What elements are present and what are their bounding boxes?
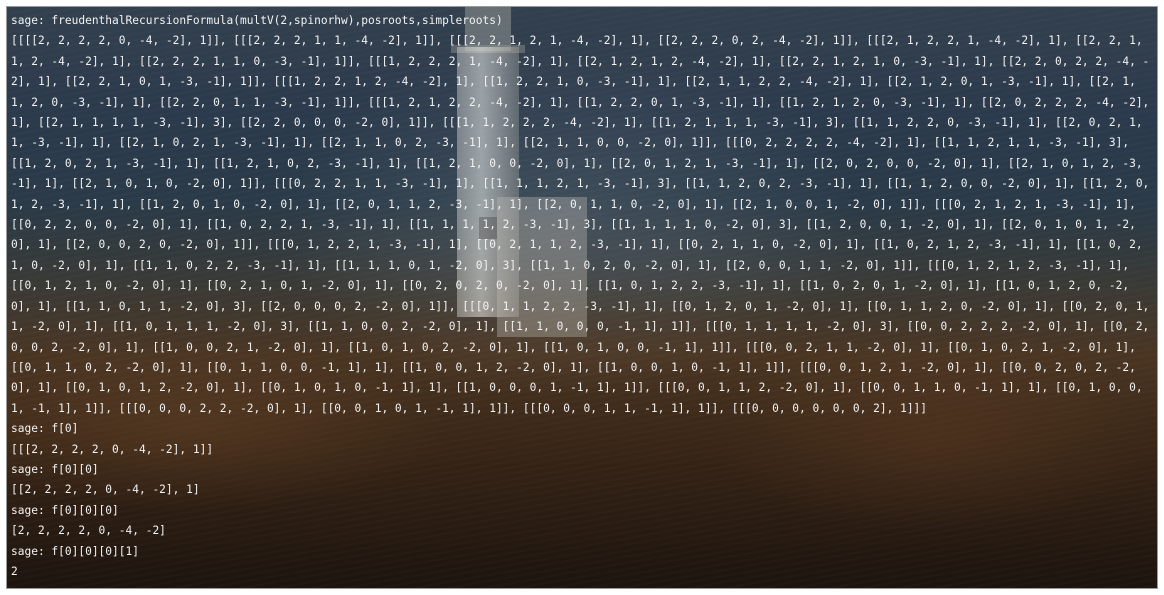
- terminal-output-line: [2, 2, 2, 2, 0, -4, -2]: [11, 524, 166, 538]
- terminal-command-line: sage: f[0][0][0]: [11, 503, 119, 517]
- terminal-output-line: [[[[2, 2, 2, 2, 0, -4, -2], 1]], [[[2, 2…: [11, 34, 1157, 415]
- terminal-command-line: sage: f[0][0]: [11, 462, 99, 476]
- terminal-command-line: sage: f[0]: [11, 422, 79, 436]
- terminal-command-line: sage: f[0][0][0][1]: [11, 544, 139, 558]
- terminal-output-line: 2: [11, 564, 18, 578]
- terminal-command-line: sage: freudenthalRecursionFormula(multV(…: [11, 14, 503, 27]
- terminal-content: sage: freudenthalRecursionFormula(multV(…: [7, 7, 1157, 582]
- window-frame: sage: freudenthalRecursionFormula(multV(…: [0, 0, 1164, 595]
- terminal-window[interactable]: sage: freudenthalRecursionFormula(multV(…: [6, 6, 1158, 589]
- terminal-output-line: [[2, 2, 2, 2, 0, -4, -2], 1]: [11, 483, 200, 497]
- terminal-output-line: [[[2, 2, 2, 2, 0, -4, -2], 1]]: [11, 442, 214, 456]
